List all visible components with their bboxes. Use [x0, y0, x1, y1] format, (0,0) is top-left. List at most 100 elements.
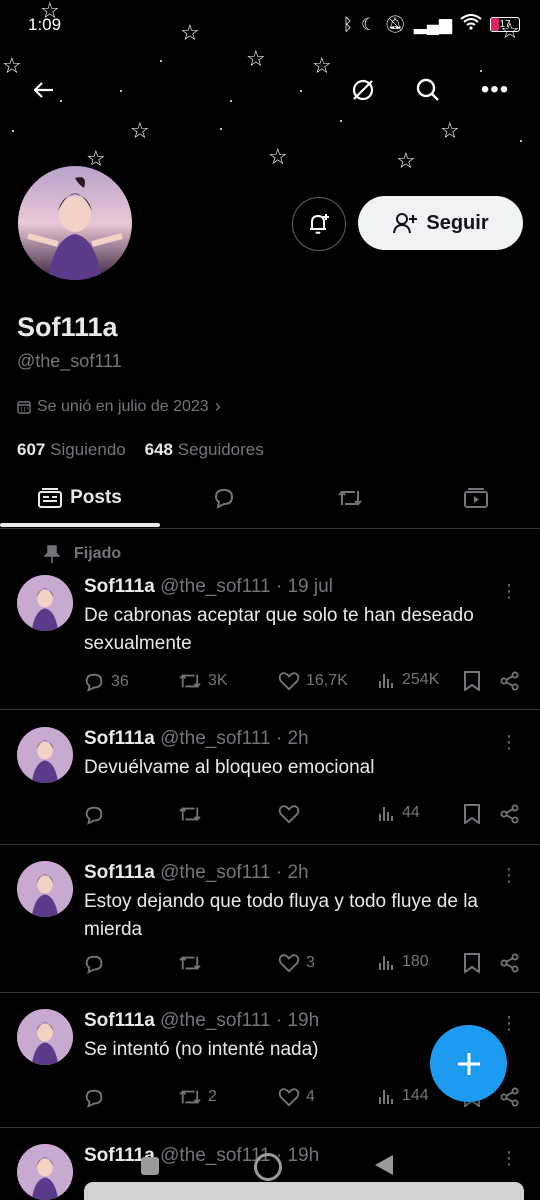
post-text: Estoy dejando que todo fluya y todo fluy…	[84, 891, 478, 940]
back-button[interactable]	[22, 68, 66, 112]
followers-link[interactable]: 648 Seguidores	[145, 440, 264, 459]
post-avatar[interactable]	[17, 727, 73, 783]
star-decoration: ☆	[130, 118, 150, 143]
bookmark-button[interactable]	[463, 804, 481, 824]
share-button[interactable]	[500, 804, 520, 824]
post-avatar[interactable]	[17, 575, 73, 631]
repost-icon	[179, 1090, 201, 1104]
media-icon	[464, 488, 488, 508]
post-actions: 36 3K 16,7K 254K	[83, 671, 523, 701]
reply-icon	[85, 673, 103, 692]
tab-replies[interactable]	[160, 470, 288, 526]
bluetooth-icon: ᛒ	[342, 14, 353, 34]
reply-button[interactable]	[83, 1087, 111, 1109]
post-text: Devuélvame al bloqueo emocional	[84, 757, 375, 778]
notify-button[interactable]	[292, 197, 346, 251]
tab-indicator	[0, 523, 160, 527]
views-icon	[379, 807, 393, 821]
joined-date[interactable]: Se unió en julio de 2023 ›	[17, 396, 221, 417]
moon-icon: ☾	[360, 14, 377, 34]
compose-button[interactable]	[430, 1025, 507, 1102]
repost-icon	[179, 807, 201, 821]
more-dots-icon: •••	[480, 76, 510, 103]
system-nav-bar	[0, 1148, 540, 1200]
views-icon	[379, 1090, 393, 1104]
mute-icon: 🔕︎	[384, 14, 406, 34]
back-triangle-icon[interactable]	[373, 1153, 395, 1177]
post-actions: 3 180	[83, 953, 523, 983]
bookmark-button[interactable]	[463, 953, 481, 973]
star-decoration: ☆	[268, 144, 288, 169]
post-more-button[interactable]: ⋮	[500, 732, 518, 753]
plus-icon	[457, 1052, 480, 1075]
profile-handle: @the_sof111	[17, 351, 122, 371]
more-options-button[interactable]: •••	[473, 68, 517, 112]
post-avatar[interactable]	[17, 861, 73, 917]
share-button[interactable]	[500, 953, 520, 973]
follow-button[interactable]: Seguir	[358, 196, 523, 250]
like-button[interactable]: 3	[278, 953, 315, 973]
post-meta: @the_sof111 · 19h	[160, 1010, 320, 1031]
wifi-icon	[460, 14, 482, 35]
profile-name: Sof111a	[17, 312, 118, 342]
reply-icon	[85, 1089, 103, 1108]
share-button[interactable]	[500, 1087, 520, 1107]
grok-button[interactable]	[341, 68, 385, 112]
profile-avatar[interactable]	[14, 162, 136, 284]
post-text: De cabronas aceptar que solo te han dese…	[84, 605, 474, 654]
views-button[interactable]: 180	[378, 953, 429, 971]
tab-posts[interactable]: Posts	[0, 470, 160, 527]
home-icon[interactable]	[254, 1153, 282, 1181]
battery-icon: 17	[490, 17, 520, 32]
recents-icon[interactable]	[141, 1157, 159, 1175]
post-item[interactable]: Sof111a @the_sof111 · 2h Devuélvame al b…	[0, 710, 540, 845]
like-button[interactable]	[278, 804, 306, 824]
heart-icon	[278, 1088, 300, 1107]
repost-button[interactable]: 2	[178, 1087, 217, 1107]
post-item[interactable]: Sof111a @the_sof111 · 2h Estoy dejando q…	[0, 845, 540, 993]
reply-button[interactable]	[83, 953, 111, 975]
bookmark-button[interactable]	[463, 671, 481, 691]
repost-button[interactable]: 3K	[178, 671, 228, 691]
post-author[interactable]: Sof111a	[84, 1010, 155, 1031]
views-button[interactable]: 144	[378, 1087, 429, 1105]
post-meta: @the_sof111 · 19 jul	[160, 576, 333, 597]
views-button[interactable]: 254K	[378, 671, 439, 689]
following-link[interactable]: 607 Siguiendo	[17, 440, 126, 459]
reply-button[interactable]: 36	[83, 671, 129, 693]
chevron-right-icon: ›	[214, 396, 221, 416]
post-item[interactable]: Sof111a @the_sof111 · 19 jul De cabronas…	[0, 575, 540, 710]
share-button[interactable]	[500, 671, 520, 691]
star-decoration: ☆	[440, 118, 460, 143]
post-author[interactable]: Sof111a	[84, 862, 155, 883]
signal-icon: ▂▄▆	[413, 14, 452, 34]
reply-button[interactable]	[83, 804, 111, 826]
tab-posts-label: Posts	[70, 487, 122, 508]
repost-button[interactable]	[178, 953, 208, 973]
post-avatar[interactable]	[17, 1009, 73, 1065]
reply-icon	[85, 806, 103, 825]
search-icon	[416, 78, 439, 101]
like-button[interactable]: 16,7K	[278, 671, 348, 691]
bookmark-icon	[464, 671, 480, 691]
post-more-button[interactable]: ⋮	[500, 581, 518, 602]
heart-icon	[278, 805, 300, 824]
post-author[interactable]: Sof111a	[84, 576, 155, 597]
tab-reposts[interactable]	[288, 470, 412, 526]
reply-icon	[214, 488, 234, 509]
posts-icon	[38, 488, 63, 508]
like-button[interactable]: 4	[278, 1087, 315, 1107]
repost-icon	[179, 674, 201, 688]
views-button[interactable]: 44	[378, 804, 420, 822]
search-button[interactable]	[406, 68, 450, 112]
heart-icon	[278, 954, 300, 973]
post-more-button[interactable]: ⋮	[500, 1013, 518, 1034]
post-author[interactable]: Sof111a	[84, 728, 155, 749]
profile-tabs: Posts	[0, 470, 540, 529]
views-icon	[379, 674, 393, 688]
follow-counts: 607 Siguiendo 648 Seguidores	[17, 440, 264, 460]
pin-icon	[44, 545, 60, 563]
repost-button[interactable]	[178, 804, 208, 824]
post-more-button[interactable]: ⋮	[500, 865, 518, 886]
tab-media[interactable]	[412, 470, 540, 526]
